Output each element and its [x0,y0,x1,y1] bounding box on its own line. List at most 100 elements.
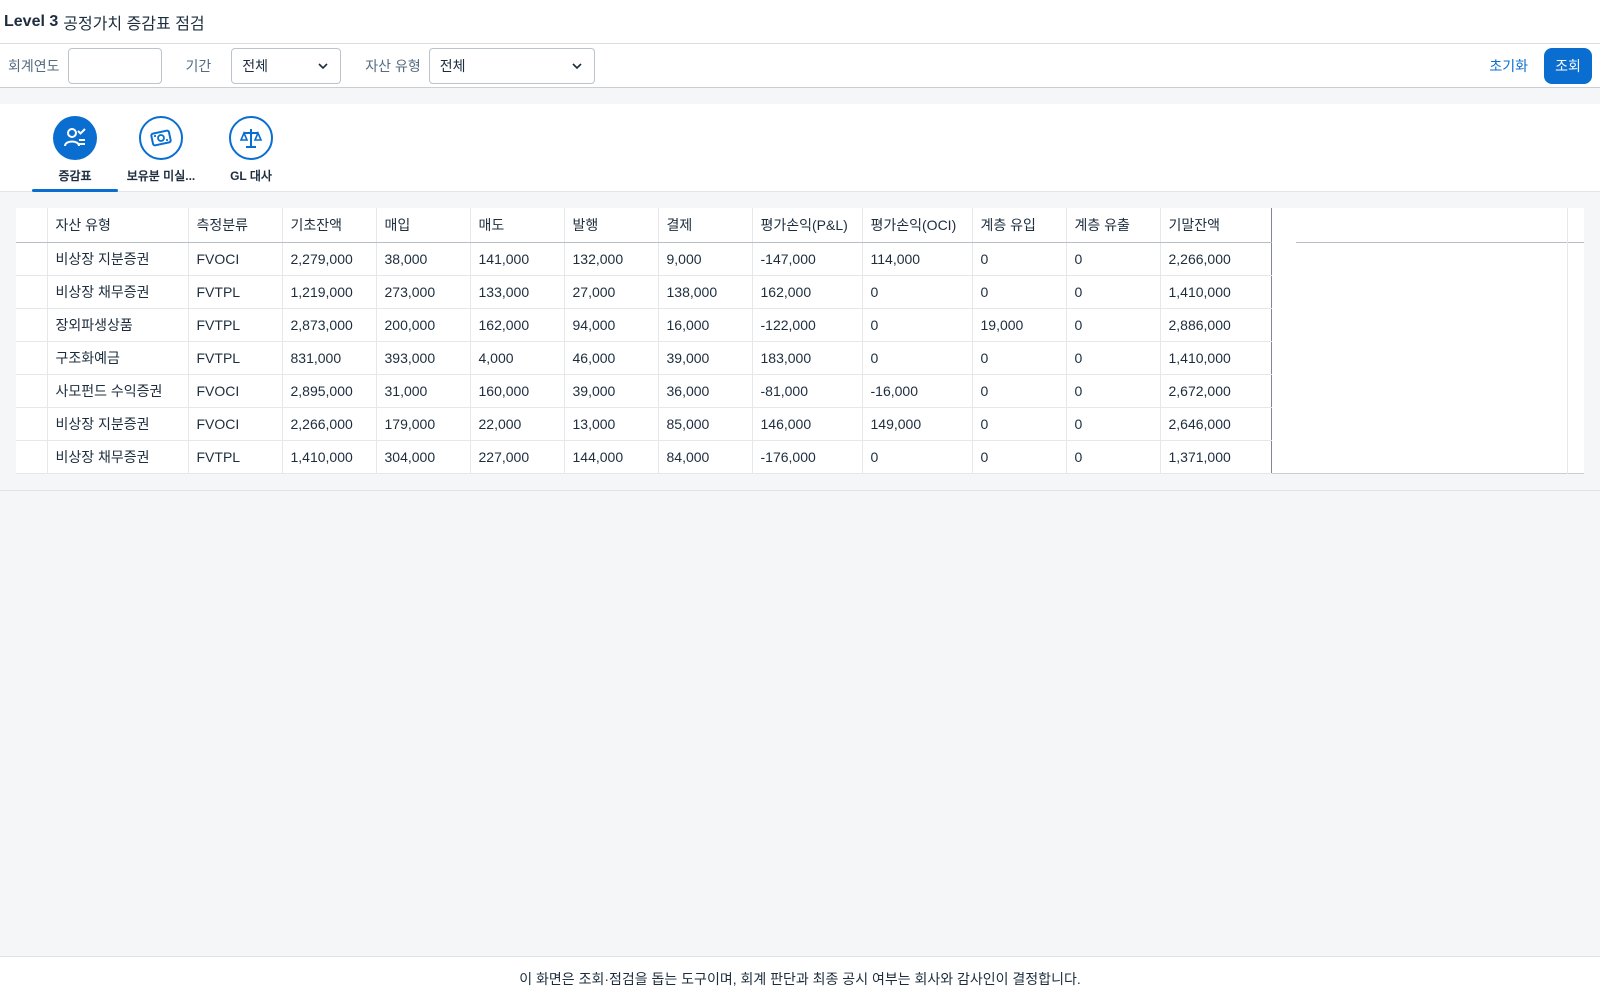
table-cell: 0 [862,341,973,375]
column-header[interactable]: 기초잔액 [282,208,377,243]
table-cell: 149,000 [862,407,973,441]
column-header[interactable]: 측정분류 [188,208,283,243]
table-row[interactable]: 장외파생상품 FVTPL 2,873,000 200,000 162,000 94,000… [16,308,1272,342]
table-cell: 1,410,000 [1160,341,1272,375]
table-cell: 183,000 [752,341,863,375]
period-label: 기간 [185,57,212,74]
row-selector[interactable] [16,374,48,408]
asset-type-select[interactable]: 전체 [428,47,595,84]
column-header[interactable]: 결제 [658,208,753,243]
table-cell: 38,000 [376,242,471,276]
table-cell: 36,000 [658,374,753,408]
tab-gl-reconciliation[interactable]: GL 대사 [208,116,294,192]
table-cell: 0 [1066,242,1161,276]
row-selector[interactable] [16,407,48,441]
table-cell: 831,000 [282,341,377,375]
row-selector[interactable] [16,440,48,474]
table-cell: 27,000 [564,275,659,309]
row-selector[interactable] [16,242,48,276]
table-cell: 사모펀드 수익증권 [47,374,189,408]
table-cell: FVTPL [188,440,283,474]
column-header[interactable]: 자산 유형 [47,208,189,243]
table-cell: FVTPL [188,341,283,375]
table-row[interactable]: 사모펀드 수익증권 FVOCI 2,895,000 31,000 160,000 39,0… [16,374,1272,408]
reset-button[interactable]: 초기화 [1489,56,1528,76]
column-header[interactable]: 평가손익(OCI) [862,208,973,243]
row-selector[interactable] [16,308,48,342]
table-row[interactable]: 비상장 지분증권 FVOCI 2,279,000 38,000 141,000 132,0… [16,242,1272,276]
table-cell: 2,279,000 [282,242,377,276]
table-cell: 13,000 [564,407,659,441]
chevron-down-icon [572,62,582,69]
column-header[interactable]: 계층 유입 [972,208,1067,243]
table-cell: 1,410,000 [1160,275,1272,309]
table-cell: 비상장 지분증권 [47,242,189,276]
table-row[interactable]: 비상장 채무증권 FVTPL 1,219,000 273,000 133,000 27,0… [16,275,1272,309]
tab-movement-table[interactable]: 증감표 [32,116,118,192]
table-cell: 0 [972,440,1067,474]
table-cell: 비상장 지분증권 [47,407,189,441]
table-cell: 9,000 [658,242,753,276]
page-title-bold: Level 3 [4,12,59,30]
table-cell: FVTPL [188,308,283,342]
table-cell: -122,000 [752,308,863,342]
table-cell: FVOCI [188,407,283,441]
table-cell: 2,672,000 [1160,374,1272,408]
table-cell: 0 [862,308,973,342]
tab-unrealized-holdings[interactable]: 보유분 미실... [118,116,204,192]
table-cell: -176,000 [752,440,863,474]
table-cell: 46,000 [564,341,659,375]
table-row[interactable]: 비상장 지분증권 FVOCI 2,266,000 179,000 22,000 13,00… [16,407,1272,441]
table-cell: 22,000 [470,407,565,441]
table-cell: 0 [1066,374,1161,408]
table-row[interactable]: 비상장 채무증권 FVTPL 1,410,000 304,000 227,000 144,… [16,440,1272,474]
column-header[interactable]: 계층 유출 [1066,208,1161,243]
table-cell: 2,266,000 [1160,242,1272,276]
year-input[interactable] [67,47,162,84]
table-cell: 0 [972,275,1067,309]
row-selector[interactable] [16,341,48,375]
table-cell: 0 [1066,407,1161,441]
table-cell: -16,000 [862,374,973,408]
column-header[interactable]: 기말잔액 [1160,208,1272,243]
tab-label: 증감표 [58,169,92,183]
column-header[interactable]: 평가손익(P&L) [752,208,863,243]
table-cell: 2,886,000 [1160,308,1272,342]
table-cell: 273,000 [376,275,471,309]
tab-label: 보유분 미실... [126,169,196,183]
year-label: 회계연도 [8,57,60,74]
table-cell: 144,000 [564,440,659,474]
table-cell: 구조화예금 [47,341,189,375]
table-cell: 85,000 [658,407,753,441]
column-header[interactable]: 매입 [376,208,471,243]
table-cell: 0 [972,242,1067,276]
column-header[interactable]: 매도 [470,208,565,243]
period-select[interactable]: 전체 [231,47,342,84]
period-select-value: 전체 [242,57,269,74]
row-selector[interactable] [16,275,48,309]
table-cell: 132,000 [564,242,659,276]
table-cell: 19,000 [972,308,1067,342]
column-header[interactable]: 발행 [564,208,659,243]
table-cell: -147,000 [752,242,863,276]
table-row[interactable]: 구조화예금 FVTPL 831,000 393,000 4,000 46,000 39,00… [16,341,1272,375]
table-cell: 16,000 [658,308,753,342]
table-cell: 0 [972,374,1067,408]
table-cell: 0 [972,341,1067,375]
table-cell: 비상장 채무증권 [47,275,189,309]
table-cell: 2,266,000 [282,407,377,441]
movement-table: 자산 유형 측정분류 기초잔액 매입 매도 발행 결제 평가손익(P&L) 평가손익(OCI) 계… [16,208,1584,474]
table-cell: 2,873,000 [282,308,377,342]
row-selector-header[interactable] [16,208,48,243]
scale-icon [229,116,273,160]
table-cell: 393,000 [376,341,471,375]
person-check-icon [53,116,97,160]
table-cell: 200,000 [376,308,471,342]
header-divider [1296,242,1584,243]
filter-bar: 회계연도 기간 전체 자산 유형 전체 초기화 조회 [0,44,1600,88]
search-button[interactable]: 조회 [1544,48,1592,84]
table-cell: 0 [1066,341,1161,375]
table-empty-area [1296,208,1584,474]
chevron-down-icon [318,62,328,69]
table-cell: 31,000 [376,374,471,408]
